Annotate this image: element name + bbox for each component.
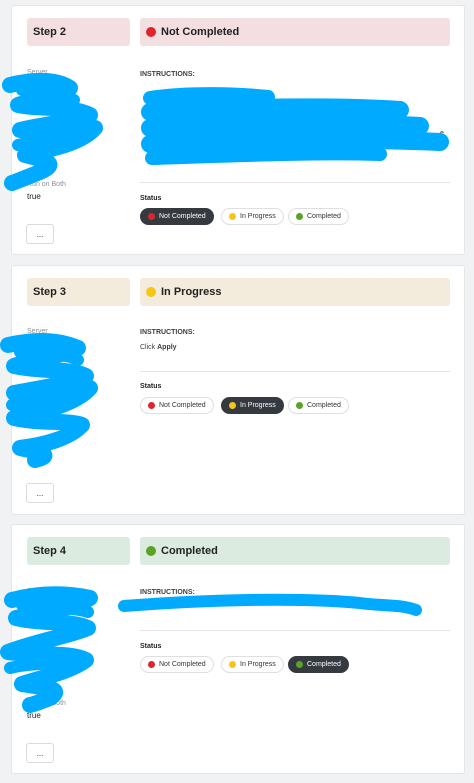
step-card-2: Step 2 Not Completed Server Run on Both …	[11, 5, 465, 255]
instruction-bullet: •	[144, 119, 147, 126]
red-circle-icon	[148, 661, 155, 668]
step-number-box: Step 2	[27, 18, 130, 46]
green-circle-icon	[146, 546, 156, 556]
step-card-4: Step 4 Completed Server Run on Both true…	[11, 524, 465, 774]
instructions-label: INSTRUCTIONS:	[140, 589, 195, 596]
status-option-completed[interactable]: Completed	[288, 208, 349, 225]
status-label: Status	[140, 383, 162, 390]
step-label: Step 3	[33, 286, 67, 298]
status-title: In Progress	[161, 286, 222, 298]
yellow-circle-icon	[229, 213, 236, 220]
status-option-completed[interactable]: Completed	[288, 656, 349, 673]
yellow-circle-icon	[229, 661, 236, 668]
divider	[140, 630, 450, 631]
status-label: Status	[140, 643, 162, 650]
yellow-circle-icon	[146, 287, 156, 297]
status-option-in-progress[interactable]: In Progress	[221, 656, 284, 673]
more-button[interactable]: ...	[26, 743, 54, 763]
red-circle-icon	[148, 402, 155, 409]
divider	[140, 182, 450, 183]
instructions-label: INSTRUCTIONS:	[140, 329, 195, 336]
run-on-both-value: true	[27, 192, 41, 201]
status-option-completed[interactable]: Completed	[288, 397, 349, 414]
more-button[interactable]: ...	[26, 224, 54, 244]
red-circle-icon	[146, 27, 156, 37]
more-button[interactable]: ...	[26, 483, 54, 503]
step-label: Step 2	[33, 26, 67, 38]
status-title-box: In Progress	[140, 278, 450, 306]
server-label: Server	[27, 588, 48, 595]
server-label: Server	[27, 69, 48, 76]
status-title-box: Completed	[140, 537, 450, 565]
yellow-circle-icon	[229, 402, 236, 409]
instructions-label: INSTRUCTIONS:	[140, 71, 195, 78]
instruction-text: Click Apply	[140, 344, 177, 351]
server-label: Server	[27, 328, 48, 335]
status-option-not-completed[interactable]: Not Completed	[140, 656, 214, 673]
step-card-3: Step 3 In Progress Server ... INSTRUCTIO…	[11, 265, 465, 515]
status-option-in-progress[interactable]: In Progress	[221, 208, 284, 225]
status-option-in-progress[interactable]: In Progress	[221, 397, 284, 414]
green-circle-icon	[296, 213, 303, 220]
status-option-not-completed[interactable]: Not Completed	[140, 397, 214, 414]
status-title: Not Completed	[161, 26, 240, 38]
run-on-both-label: Run on Both	[27, 181, 66, 188]
instruction-text-fragment: p	[439, 142, 443, 149]
red-circle-icon	[148, 213, 155, 220]
instruction-bullet: •	[144, 106, 147, 113]
instruction-action: Apply	[157, 344, 177, 351]
step-label: Step 4	[33, 545, 67, 557]
green-circle-icon	[296, 661, 303, 668]
status-title: Completed	[161, 545, 218, 557]
divider	[140, 371, 450, 372]
run-on-both-value: true	[27, 711, 41, 720]
status-title-box: Not Completed	[140, 18, 450, 46]
status-option-not-completed[interactable]: Not Completed	[140, 208, 214, 225]
status-label: Status	[140, 195, 162, 202]
step-number-box: Step 3	[27, 278, 130, 306]
run-on-both-label: Run on Both	[27, 700, 66, 707]
instruction-text-fragment: e	[440, 130, 444, 137]
green-circle-icon	[296, 402, 303, 409]
step-number-box: Step 4	[27, 537, 130, 565]
